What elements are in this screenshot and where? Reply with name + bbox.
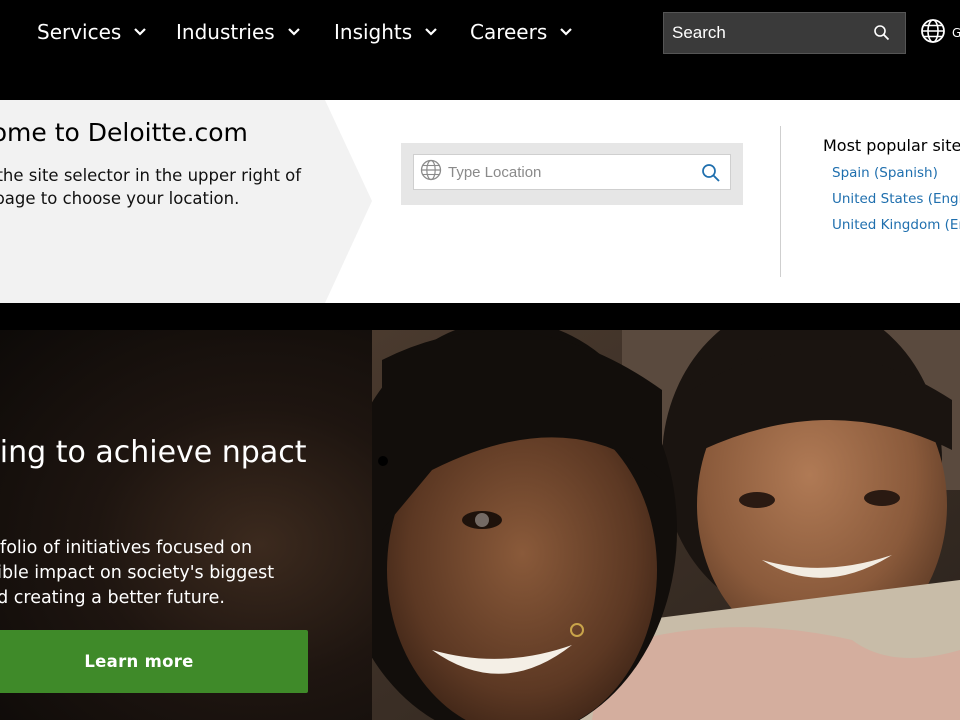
- site-search: [663, 12, 906, 54]
- welcome-title: come to Deloitte.com: [0, 118, 248, 147]
- search-icon[interactable]: [701, 163, 721, 188]
- location-search: [413, 154, 731, 190]
- chevron-down-icon: [559, 25, 573, 39]
- site-selector-label: G: [952, 25, 960, 40]
- hero-description: rtfolio of initiatives focused on gible …: [0, 538, 275, 608]
- hero-text-panel: ting to achieve npact rtfolio of initiat…: [0, 330, 372, 720]
- nav-careers[interactable]: Careers: [470, 18, 573, 46]
- globe-icon: [920, 18, 946, 47]
- section-divider: [780, 126, 781, 277]
- nav-services[interactable]: Services: [37, 18, 147, 46]
- chevron-down-icon: [424, 25, 438, 39]
- welcome-intro: come to Deloitte.com use the site select…: [0, 100, 372, 303]
- learn-more-label: Learn more: [84, 652, 194, 671]
- popular-sites-title: Most popular site: [823, 136, 960, 155]
- hero-photo: [372, 330, 960, 720]
- nav-insights[interactable]: Insights: [334, 18, 438, 46]
- popular-site-link[interactable]: United Kingdom (Eng: [832, 217, 960, 233]
- nav-insights-label: Insights: [334, 20, 413, 44]
- chevron-down-icon: [133, 25, 147, 39]
- popular-site-link[interactable]: United States (Englis: [832, 191, 960, 207]
- location-search-panel: [401, 143, 743, 205]
- nav-services-label: Services: [37, 20, 122, 44]
- welcome-body: use the site selector in the upper right…: [0, 166, 302, 208]
- search-icon[interactable]: [873, 24, 891, 42]
- hero-title: ting to achieve npact: [0, 435, 307, 470]
- nav-industries-label: Industries: [176, 20, 275, 44]
- popular-site-link[interactable]: Spain (Spanish): [832, 165, 938, 181]
- nav-industries[interactable]: Industries: [176, 18, 301, 46]
- chevron-down-icon: [287, 25, 301, 39]
- nav-careers-label: Careers: [470, 20, 548, 44]
- learn-more-button[interactable]: Learn more: [0, 630, 308, 693]
- globe-icon: [420, 159, 442, 186]
- search-input[interactable]: [672, 23, 862, 43]
- site-selector-button[interactable]: G: [920, 18, 960, 47]
- top-navigation: Services Industries Insights Careers G: [0, 0, 960, 100]
- hero-banner: ting to achieve npact rtfolio of initiat…: [0, 330, 960, 720]
- location-input[interactable]: [448, 163, 688, 181]
- welcome-panel: come to Deloitte.com use the site select…: [0, 100, 960, 303]
